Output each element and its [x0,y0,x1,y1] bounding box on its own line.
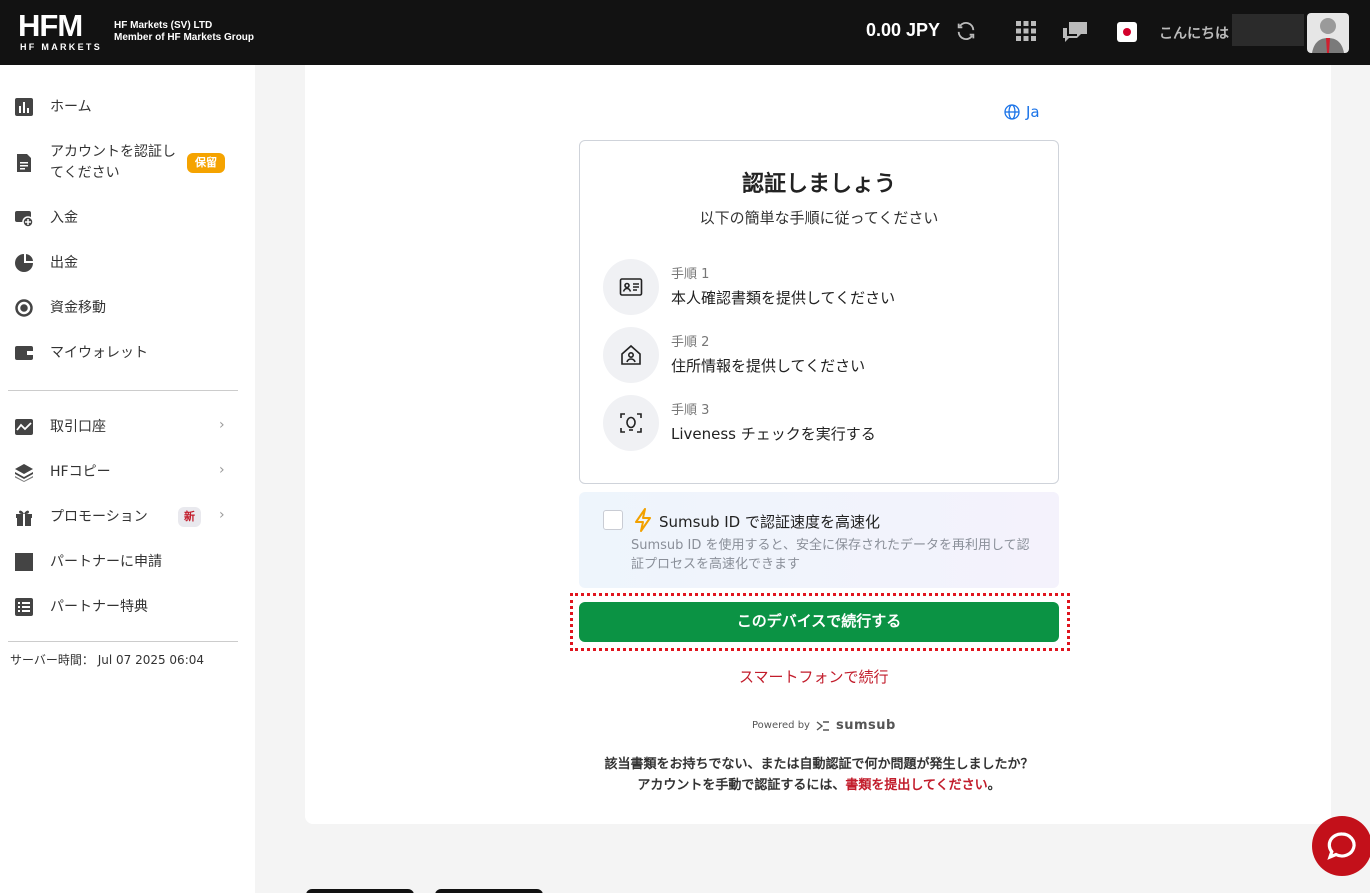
wallet-icon [15,346,33,360]
chevron-right-icon: › [219,507,225,523]
sidebar-item-trading-accounts[interactable]: 取引口座 › [0,417,255,437]
sidebar-item-verify-account[interactable]: アカウントを認証し てください 保留 [0,142,255,186]
sidebar-item-partner-benefits[interactable]: パートナー特典 [0,597,255,617]
home-person-icon [603,327,659,383]
transfer-icon [15,299,33,317]
logo-text: HFM [18,8,83,43]
step-number: 手順 3 [671,403,710,418]
step-3: 手順 3 Liveness チェックを実行する [603,395,1043,453]
account-balance: 0.00 JPY [866,20,941,40]
sumsub-id-title: Sumsub ID で認証速度を高速化 [659,513,880,531]
sidebar-item-label-line2: てください [50,165,120,181]
refresh-icon[interactable] [955,20,977,42]
partner-icon [15,553,33,571]
language-label: Ja [1026,103,1040,121]
sidebar-item-label: ホーム [50,99,92,115]
sidebar-item-deposit[interactable]: 入金 [0,208,255,228]
powered-by-sumsub: Powered by sumsub [752,718,896,733]
company-info: HF Markets (SV) LTD Member of HF Markets… [114,20,254,44]
server-time: サーバー時間： Jul 07 2025 06:04 [10,653,205,667]
sidebar-item-label: パートナーに申請 [50,554,162,570]
bottom-tab-1 [306,889,414,893]
avatar[interactable] [1307,13,1349,53]
company-group: Member of HF Markets Group [114,32,255,43]
sidebar-item-partner-apply[interactable]: パートナーに申請 [0,552,255,572]
sidebar-divider [8,390,238,391]
step-1: 手順 1 本人確認書類を提供してください [603,259,1043,317]
step-text: 住所情報を提供してください [671,357,866,375]
submit-documents-link[interactable]: 書類を提出してください [845,778,987,793]
help-line-2-suffix: 。 [987,778,1001,793]
sidebar-item-label: 出金 [50,255,78,271]
sidebar-item-label: アカウントを認証し [50,144,176,160]
lightning-icon [635,508,651,532]
sidebar-item-label: 資金移動 [50,300,106,316]
sumsub-id-option: Sumsub ID で認証速度を高速化 Sumsub ID を使用すると、安全に… [579,492,1059,588]
manual-verification-help: 該当書類をお持ちでない、または自動認証で何か問題が発生しましたか？ アカウントを… [579,754,1059,796]
chart-icon [15,98,33,116]
sidebar-divider [8,641,238,642]
help-line-2-prefix: アカウントを手動で認証するには、 [637,778,846,793]
list-icon [15,598,33,616]
sidebar-item-label: HFコピー [50,464,111,480]
continue-on-device-button[interactable]: このデバイスで続行する [579,602,1059,642]
sumsub-id-description: Sumsub ID を使用すると、安全に保存されたデータを再利用して認証プロセス… [631,538,1030,572]
sidebar-item-transfer[interactable]: 資金移動 [0,298,255,318]
step-text: 本人確認書類を提供してください [671,289,896,307]
id-card-icon [603,259,659,315]
status-badge-pending: 保留 [187,153,225,173]
company-name: HF Markets (SV) LTD [114,20,213,31]
hfm-logo[interactable]: HFM HF MARKETS [18,10,104,54]
layers-icon [15,464,33,482]
sidebar-item-label: 取引口座 [50,419,106,435]
step-number: 手順 2 [671,335,710,350]
sumsub-brand: sumsub [835,718,896,733]
sidebar-item-hf-copy[interactable]: HFコピー › [0,462,255,482]
user-name-redacted [1232,14,1304,46]
sumsub-id-checkbox[interactable] [603,510,623,530]
chevron-right-icon: › [219,417,225,433]
withdraw-icon [15,254,33,272]
gift-icon [16,510,32,526]
sidebar-item-label: パートナー特典 [50,599,148,615]
deposit-icon [15,211,34,228]
sidebar-item-label: プロモーション [50,509,148,525]
sidebar-item-label: マイウォレット [50,345,148,361]
document-icon [17,154,31,172]
chevron-right-icon: › [219,462,225,478]
bottom-tab-2 [435,889,543,893]
globe-icon [1004,104,1020,120]
sidebar-item-withdraw[interactable]: 出金 [0,253,255,273]
chat-icon[interactable] [1061,20,1089,44]
chat-bubble-icon [1327,832,1356,860]
greeting-text: こんにちは [1159,26,1229,42]
help-line-1: 該当書類をお持ちでない、または自動認証で何か問題が発生しましたか？ [604,757,1034,772]
face-scan-icon [603,395,659,451]
step-2: 手順 2 住所情報を提供してください [603,327,1043,385]
sidebar-item-wallet[interactable]: マイウォレット [0,343,255,363]
logo-subtitle: HF MARKETS [20,42,102,52]
sidebar-item-promotion[interactable]: プロモーション 新 › [0,507,255,527]
step-number: 手順 1 [671,267,710,282]
apps-grid-icon[interactable] [1016,21,1036,41]
status-badge-new: 新 [178,507,201,527]
sidebar-item-home[interactable]: ホーム [0,97,255,117]
trading-icon [15,419,33,435]
sumsub-logo-icon [816,720,829,731]
sidebar: ホーム アカウントを認証し てください 保留 入金 出金 資金移動 マイウォレッ… [0,65,255,893]
language-selector[interactable]: Ja [1004,103,1040,121]
verification-steps-box: 認証しましょう 以下の簡単な手順に従ってください 手順 1 本人確認書類を提供し… [579,140,1059,484]
help-line-2: アカウントを手動で認証するには、書類を提出してください。 [579,775,1059,796]
step-text: Liveness チェックを実行する [671,425,876,443]
continue-on-phone-link[interactable]: スマートフォンで続行 [739,666,889,687]
page-title: 認証しましょう [741,172,896,197]
live-chat-button[interactable] [1312,816,1370,876]
japan-flag-icon[interactable] [1117,22,1137,42]
sidebar-item-label: 入金 [50,210,78,226]
powered-by-label: Powered by [752,720,810,731]
top-header: HFM HF MARKETS HF Markets (SV) LTD Membe… [0,0,1370,65]
page-subtitle: 以下の簡単な手順に従ってください [699,209,939,227]
